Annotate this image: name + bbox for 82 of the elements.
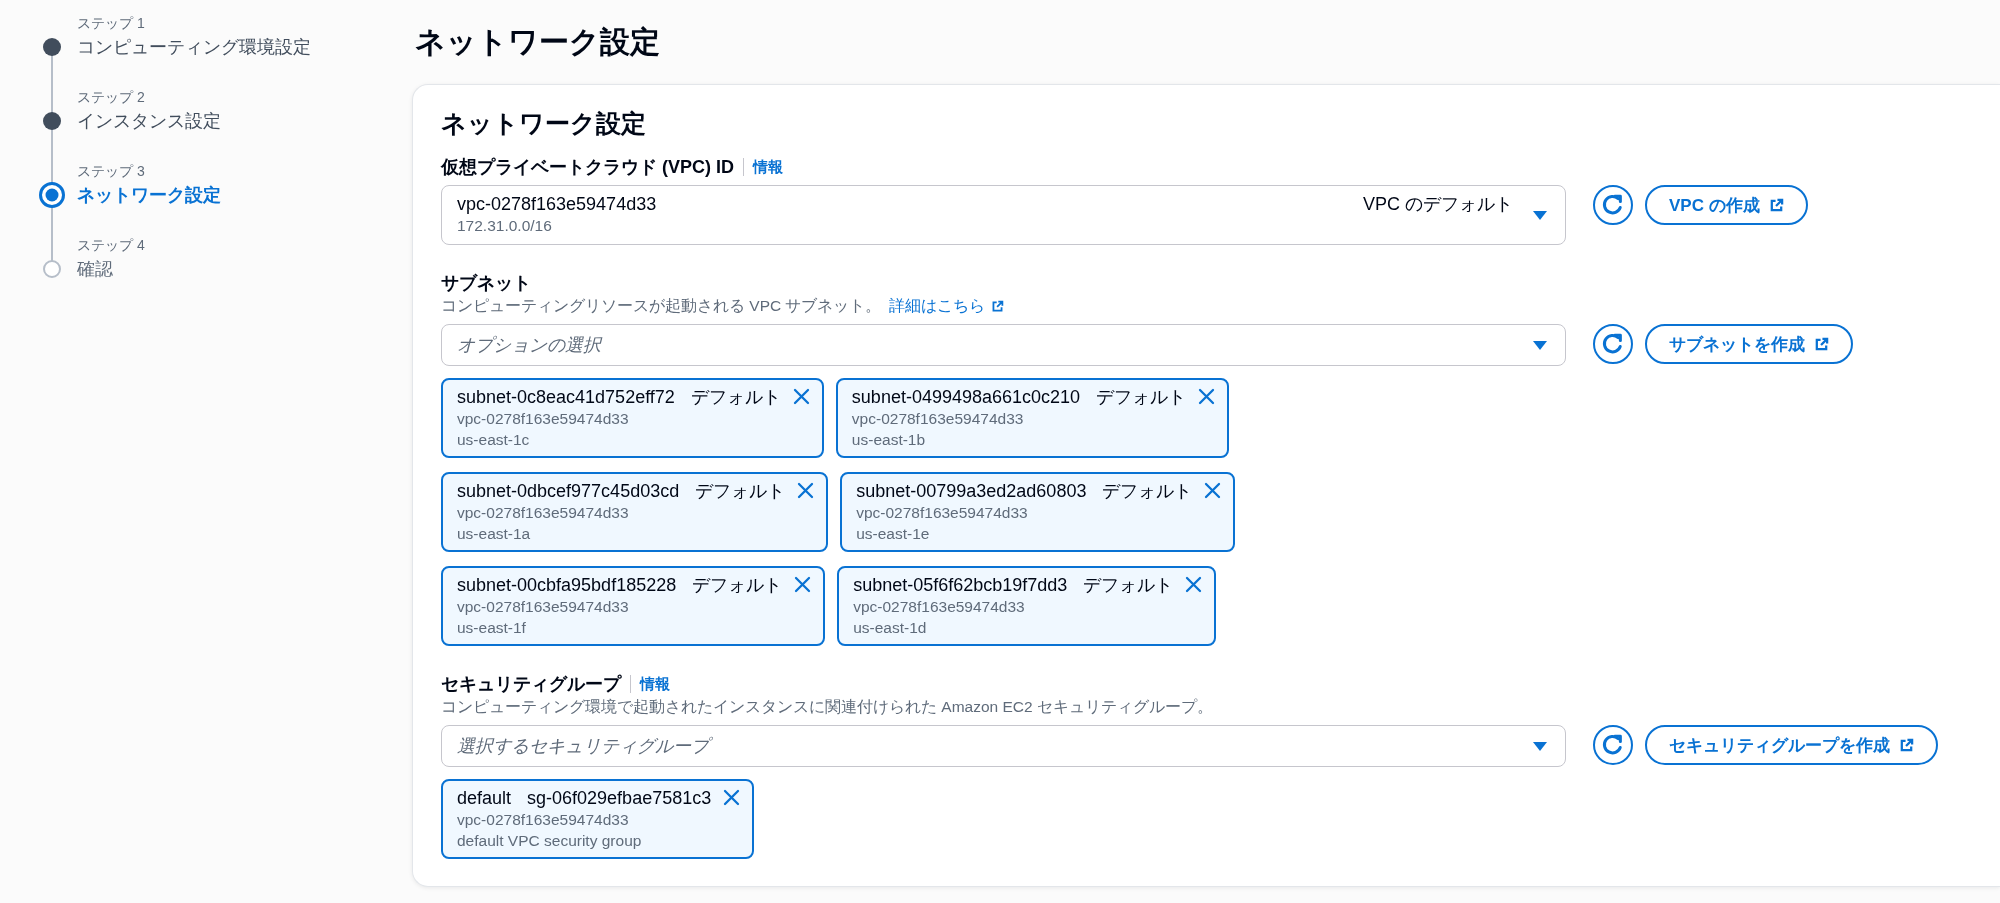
close-icon — [1185, 576, 1203, 593]
token-detail: vpc-0278f163e59474d33 — [457, 597, 629, 617]
external-link-icon — [1768, 197, 1784, 213]
close-icon — [792, 388, 810, 405]
token-detail: us-east-1d — [853, 618, 927, 638]
token-tag: sg-06f029efbae7581c3 — [527, 787, 712, 809]
token-tag: デフォルト — [1083, 574, 1174, 596]
close-icon — [723, 789, 741, 806]
token-tag: デフォルト — [695, 480, 786, 502]
step-number: ステップ 2 — [77, 88, 145, 107]
refresh-button[interactable] — [1593, 725, 1633, 765]
external-link-icon — [1899, 737, 1914, 753]
dropdown-field[interactable]: オプションの選択 — [441, 324, 1566, 366]
caret-down-icon — [1533, 340, 1547, 350]
remove-button[interactable] — [1185, 576, 1203, 593]
field-label: 仮想プライベートクラウド (VPC) ID — [441, 156, 734, 178]
token-detail: vpc-0278f163e59474d33 — [457, 810, 629, 830]
remove-button[interactable] — [723, 789, 741, 806]
token-label: subnet-00cbfa95bdf185228 — [457, 574, 677, 596]
refresh-icon — [1602, 734, 1624, 756]
remove-button[interactable] — [792, 388, 810, 405]
token-label: subnet-00799a3ed2ad60803 — [856, 480, 1087, 502]
token-label: subnet-0dbcef977c45d03cd — [457, 480, 680, 502]
info-link[interactable]: 情報 — [640, 673, 670, 695]
step-number: ステップ 1 — [77, 14, 145, 33]
token-detail: vpc-0278f163e59474d33 — [851, 409, 1024, 429]
details-link[interactable]: 詳細はこちら — [889, 295, 1005, 317]
token-tag: デフォルト — [1102, 480, 1193, 502]
step-title: コンピューティング環境設定 — [77, 36, 311, 59]
token-detail: vpc-0278f163e59474d33 — [853, 597, 1025, 617]
step-title: インスタンス設定 — [77, 110, 221, 133]
token-detail: us-east-1e — [856, 524, 930, 544]
external-link-icon — [1814, 336, 1829, 352]
token-detail: us-east-1f — [457, 618, 526, 638]
step-title: ネットワーク設定 — [77, 184, 221, 207]
external-link-icon — [991, 299, 1005, 313]
remove-button[interactable] — [797, 482, 815, 499]
step-number: ステップ 4 — [77, 236, 145, 255]
close-icon — [1198, 388, 1216, 405]
token-label: default — [457, 787, 512, 809]
step-number: ステップ 3 — [77, 162, 145, 181]
remove-button[interactable] — [794, 576, 812, 593]
field-description: コンピューティング環境で起動されたインスタンスに関連付けられた Amazon EC2 セキュリティグループ。 — [441, 697, 1213, 717]
token-detail: us-east-1a — [457, 524, 531, 544]
remove-button[interactable] — [1204, 482, 1222, 499]
token-label: subnet-05f6f62bcb19f7dd3 — [853, 574, 1068, 596]
token-detail: vpc-0278f163e59474d33 — [856, 503, 1028, 523]
token-label: subnet-0c8eac41d752eff72 — [457, 386, 675, 408]
token-detail: default VPC security group — [457, 831, 642, 851]
close-icon — [1204, 482, 1222, 499]
dropdown-field[interactable]: vpc-0278f163e59474d33 172.31.0.0/16 VPC のデフォルト — [441, 185, 1566, 245]
create-button[interactable]: VPC の作成 — [1645, 185, 1808, 225]
field-label: サブネット — [441, 272, 531, 294]
token-detail: us-east-1b — [851, 430, 926, 450]
card-title: ネットワーク設定 — [441, 108, 647, 139]
page-title: ネットワーク設定 — [415, 24, 661, 60]
token-detail: us-east-1c — [457, 430, 530, 450]
refresh-icon — [1602, 333, 1624, 355]
close-icon — [794, 576, 812, 593]
selected-value: vpc-0278f163e59474d33 — [457, 193, 657, 215]
create-button[interactable]: サブネットを作成 — [1645, 324, 1853, 364]
remove-button[interactable] — [1198, 388, 1216, 405]
caret-down-icon — [1533, 210, 1547, 220]
dropdown-field[interactable]: 選択するセキュリティグループ — [441, 725, 1566, 767]
token-tag: デフォルト — [690, 386, 781, 408]
field-description: コンピューティングリソースが起動される VPC サブネット。 — [441, 296, 882, 316]
token-detail: vpc-0278f163e59474d33 — [457, 503, 629, 523]
close-icon — [797, 482, 815, 499]
token-tag: デフォルト — [1096, 386, 1187, 408]
caret-down-icon — [1533, 741, 1547, 751]
refresh-button[interactable] — [1593, 185, 1633, 225]
refresh-button[interactable] — [1593, 324, 1633, 364]
step-title: 確認 — [77, 258, 113, 281]
token-detail: vpc-0278f163e59474d33 — [457, 409, 629, 429]
info-link[interactable]: 情報 — [753, 156, 783, 178]
refresh-icon — [1602, 194, 1624, 216]
token-tag: デフォルト — [692, 574, 783, 596]
selected-value-tag: VPC のデフォルト — [1363, 193, 1513, 215]
token-label: subnet-0499498a661c0c210 — [851, 386, 1081, 408]
selected-value-description: 172.31.0.0/16 — [457, 216, 552, 236]
field-label: セキュリティグループ — [441, 673, 621, 695]
create-button[interactable]: セキュリティグループを作成 — [1645, 725, 1938, 765]
